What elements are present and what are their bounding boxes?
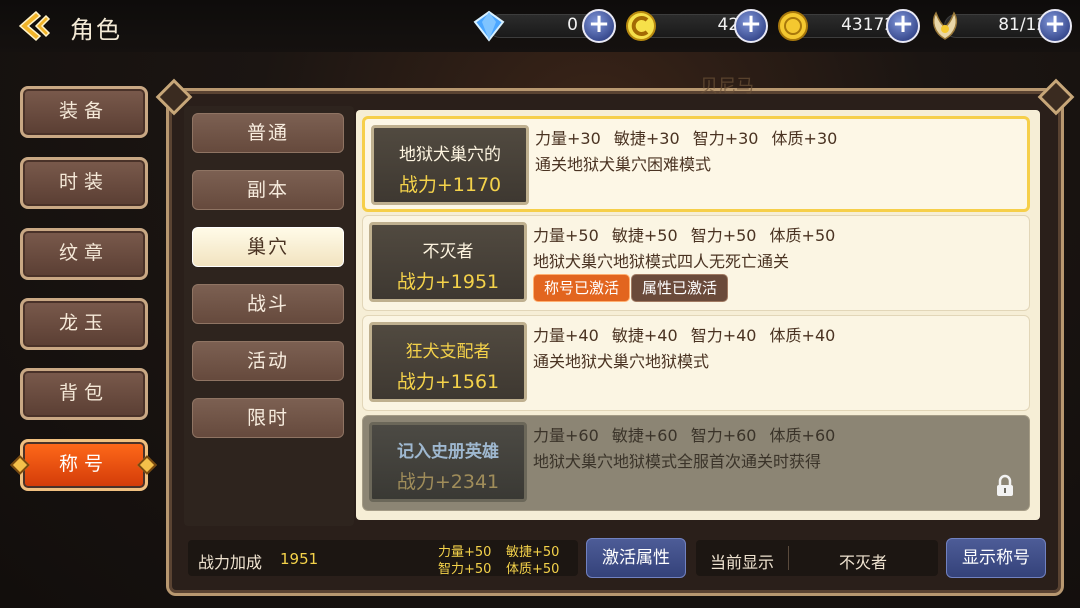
category-event[interactable]: 活动: [192, 341, 344, 381]
title-badge: 地狱犬巢穴的 战力+1170: [371, 125, 529, 205]
bonus-intelligence: 智力+50: [438, 562, 492, 577]
title-power: 战力+1951: [396, 271, 500, 293]
current-display-label: 当前显示: [710, 553, 775, 572]
title-power: 战力+1561: [396, 371, 500, 393]
panel-watermark-title: 贝尼马: [700, 76, 754, 97]
bonus-constitution: 体质+50: [506, 562, 560, 577]
title-stats: 力量+50 敏捷+50 智力+50 体质+50: [533, 226, 836, 245]
power-bonus-label: 战力加成: [198, 553, 263, 572]
title-card[interactable]: 地狱犬巢穴的 战力+1170 力量+30 敏捷+30 智力+30 体质+30 通…: [362, 116, 1030, 212]
power-bonus-value: 1951: [280, 550, 319, 568]
c-coin-resource: 426 +: [624, 9, 770, 43]
title-description: 通关地狱犬巢穴地狱模式: [533, 352, 710, 371]
title-card[interactable]: 狂犬支配者 战力+1561 力量+40 敏捷+40 智力+40 体质+40 通关…: [362, 315, 1030, 411]
title-name: 地狱犬巢穴的: [399, 145, 501, 165]
category-battle[interactable]: 战斗: [192, 284, 344, 324]
title-badge: 记入史册英雄 战力+2341: [369, 422, 527, 502]
diamond-plus-button[interactable]: +: [582, 9, 616, 43]
divider: [788, 546, 789, 570]
side-tab-dragon-jade[interactable]: 龙玉: [20, 298, 148, 350]
title-stats: 力量+60 敏捷+60 智力+60 体质+60: [533, 426, 836, 445]
title-power: 战力+2341: [396, 471, 500, 493]
title-power: 战力+1170: [398, 174, 502, 196]
category-limited[interactable]: 限时: [192, 398, 344, 438]
side-tab-emblem[interactable]: 纹章: [20, 228, 148, 280]
title-activated-tag: 称号已激活: [533, 274, 631, 302]
stamina-resource: 81/120 +: [928, 9, 1074, 43]
category-normal[interactable]: 普通: [192, 113, 344, 153]
gold-plus-button[interactable]: +: [886, 9, 920, 43]
title-description: 地狱犬巢穴地狱模式四人无死亡通关: [533, 252, 790, 271]
activate-attributes-button[interactable]: 激活属性: [586, 538, 686, 578]
side-tab-bag[interactable]: 背包: [20, 368, 148, 420]
page-title: 角色: [70, 16, 122, 44]
stamina-plus-button[interactable]: +: [1038, 9, 1072, 43]
wing-icon: [933, 11, 957, 40]
title-card[interactable]: 不灭者 战力+1951 力量+50 敏捷+50 智力+50 体质+50 地狱犬巢…: [362, 215, 1030, 311]
lock-icon: [997, 474, 1013, 496]
side-tab-title[interactable]: 称号: [20, 439, 148, 491]
diamond-resource: 0 +: [472, 9, 618, 43]
title-badge: 狂犬支配者 战力+1561: [369, 322, 527, 402]
title-description: 地狱犬巢穴地狱模式全服首次通关时获得: [533, 452, 822, 471]
title-name: 记入史册英雄: [397, 442, 499, 462]
title-card-locked[interactable]: 记入史册英雄 战力+2341 力量+60 敏捷+60 智力+60 体质+60 地…: [362, 415, 1030, 511]
category-nest[interactable]: 巢穴: [192, 227, 344, 267]
show-title-button[interactable]: 显示称号: [946, 538, 1046, 578]
side-tab-fashion[interactable]: 时装: [20, 157, 148, 209]
current-display-value: 不灭者: [838, 553, 887, 572]
diamond-icon: [473, 10, 505, 42]
side-tab-equipment[interactable]: 装备: [20, 86, 148, 138]
back-arrow-icon[interactable]: [18, 10, 52, 42]
title-description: 通关地狱犬巢穴困难模式: [535, 155, 712, 174]
title-stats: 力量+30 敏捷+30 智力+30 体质+30: [535, 129, 838, 148]
title-badge: 不灭者 战力+1951: [369, 222, 527, 302]
gold-resource: 431721 +: [776, 9, 922, 43]
c-coin-icon: [626, 11, 656, 41]
attribute-activated-tag: 属性已激活: [631, 274, 729, 302]
title-stats: 力量+40 敏捷+40 智力+40 体质+40: [533, 326, 836, 345]
category-dungeon[interactable]: 副本: [192, 170, 344, 210]
title-name: 狂犬支配者: [405, 342, 491, 362]
diamond-count: 0: [567, 15, 578, 35]
c-coin-plus-button[interactable]: +: [734, 9, 768, 43]
gold-coin-icon: [778, 11, 808, 41]
title-name: 不灭者: [422, 242, 474, 262]
